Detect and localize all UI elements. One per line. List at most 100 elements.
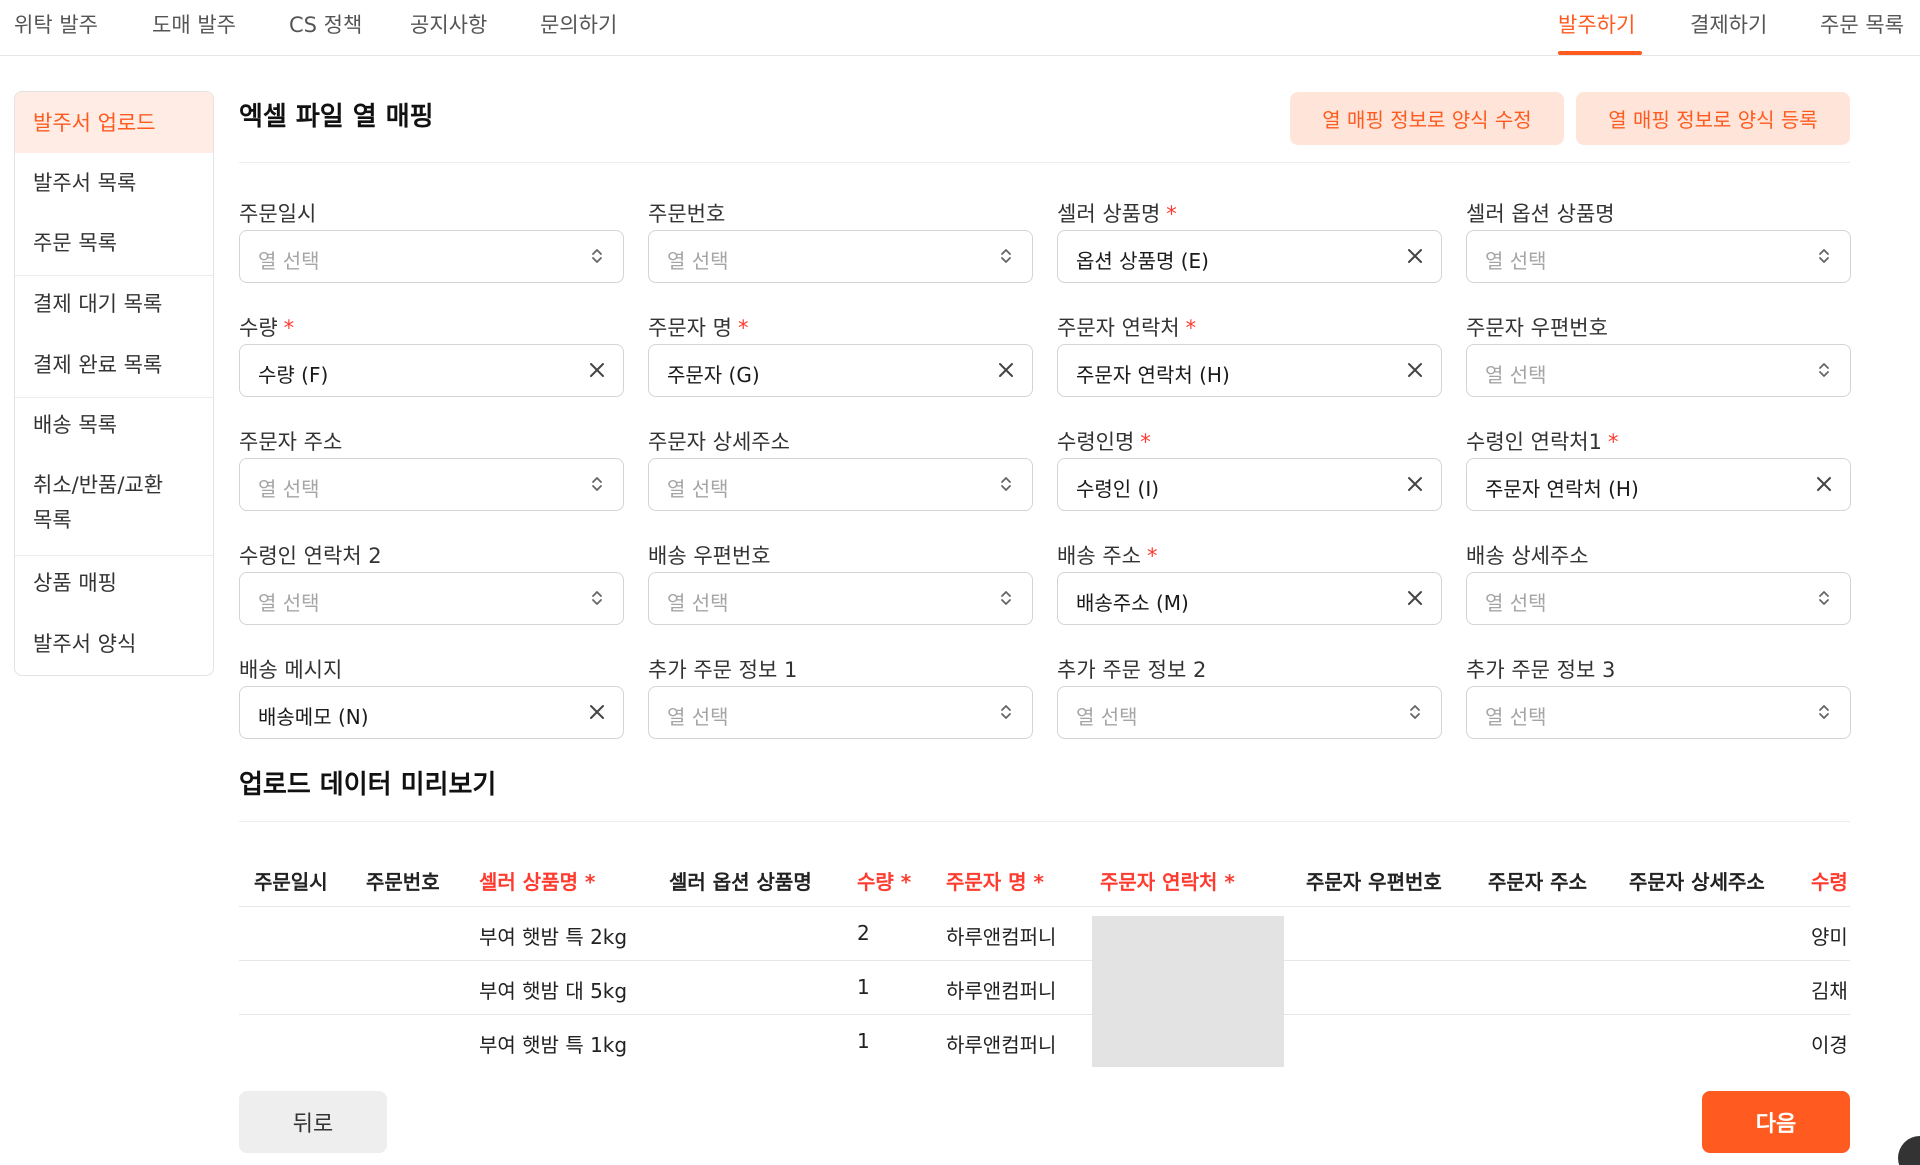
column-select[interactable]: 열 선택	[1057, 686, 1442, 739]
cell-product: 부여 햇밤 특 1kg	[479, 1033, 628, 1057]
column-select[interactable]: 주문자 (G)	[648, 344, 1033, 397]
column-select[interactable]: 열 선택	[239, 572, 624, 625]
column-select[interactable]: 주문자 연락처 (H)	[1466, 458, 1851, 511]
cell-orderer: 하루앤컴퍼니	[946, 925, 1057, 949]
field-label: 추가 주문 정보 2	[1057, 654, 1206, 684]
clear-icon[interactable]	[1812, 472, 1836, 496]
clear-icon[interactable]	[994, 358, 1018, 382]
field-label: 주문번호	[648, 198, 725, 228]
sidebar-item-payment-pending[interactable]: 결제 대기 목록	[15, 289, 213, 319]
cell-recipient: 이경	[1811, 1033, 1848, 1057]
column-select[interactable]: 배송메모 (N)	[239, 686, 624, 739]
column-select[interactable]: 열 선택	[239, 458, 624, 511]
column-select[interactable]: 열 선택	[648, 572, 1033, 625]
selected-value: 배송메모 (N)	[258, 705, 369, 729]
cell-quantity: 2	[857, 921, 870, 945]
field-label-text: 주문자 주소	[239, 430, 343, 454]
placeholder-text: 열 선택	[1076, 705, 1138, 729]
back-button[interactable]: 뒤로	[239, 1091, 387, 1153]
required-mark: *	[1140, 430, 1151, 454]
clear-icon[interactable]	[1403, 358, 1427, 382]
column-select[interactable]: 배송주소 (M)	[1057, 572, 1442, 625]
column-select[interactable]: 수량 (F)	[239, 344, 624, 397]
chevron-up-down-icon	[994, 472, 1018, 496]
cell-recipient: 김채	[1811, 979, 1848, 1003]
selected-value: 수량 (F)	[258, 363, 329, 387]
field-label-text: 셀러 옵션 상품명	[1466, 202, 1615, 226]
chevron-up-down-icon	[994, 586, 1018, 610]
edit-form-button[interactable]: 열 매핑 정보로 양식 수정	[1290, 92, 1564, 145]
column-select[interactable]: 열 선택	[648, 686, 1033, 739]
sidebar-item-product-mapping[interactable]: 상품 매핑	[15, 568, 213, 598]
field-label-text: 추가 주문 정보 3	[1466, 658, 1616, 682]
column-select[interactable]: 옵션 상품명 (E)	[1057, 230, 1442, 283]
field-label: 배송 상세주소	[1466, 540, 1589, 570]
chevron-up-down-icon	[1812, 586, 1836, 610]
column-header-recipient: 수령	[1811, 870, 1848, 894]
clear-icon[interactable]	[1403, 472, 1427, 496]
sidebar-item-cancel-return-exchange[interactable]: 취소/반품/교환	[15, 470, 213, 500]
cell-quantity: 1	[857, 1029, 870, 1053]
nav-order-list[interactable]: 주문 목록	[1820, 9, 1904, 39]
sidebar-item-payment-complete[interactable]: 결제 완료 목록	[15, 350, 213, 380]
nav-notice[interactable]: 공지사항	[410, 9, 487, 39]
table-divider	[239, 906, 1850, 907]
sidebar-item-cancel-return-exchange-line2[interactable]: 목록	[15, 505, 213, 535]
field-label-text: 배송 우편번호	[648, 544, 771, 568]
selected-value: 배송주소 (M)	[1076, 591, 1189, 615]
column-header-orderer-address: 주문자 주소	[1488, 870, 1587, 894]
sidebar-item-order-form[interactable]: 발주서 양식	[15, 629, 213, 659]
field-label-text: 배송 주소	[1057, 544, 1141, 568]
column-select[interactable]: 열 선택	[1466, 230, 1851, 283]
field-label: 주문자 우편번호	[1466, 312, 1608, 342]
nav-consignment-order[interactable]: 위탁 발주	[14, 9, 98, 39]
field-label: 추가 주문 정보 3	[1466, 654, 1615, 684]
cell-product: 부여 햇밤 특 2kg	[479, 925, 628, 949]
floating-widget[interactable]	[1898, 1136, 1920, 1165]
column-select[interactable]: 열 선택	[1466, 344, 1851, 397]
nav-inquiry[interactable]: 문의하기	[540, 9, 617, 39]
placeholder-text: 열 선택	[1485, 249, 1547, 273]
field-label: 주문자 명 *	[648, 312, 748, 342]
clear-icon[interactable]	[585, 358, 609, 382]
clear-icon[interactable]	[1403, 244, 1427, 268]
sidebar-item-shipping-list[interactable]: 배송 목록	[15, 410, 213, 440]
selected-value: 주문자 연락처 (H)	[1485, 477, 1639, 501]
nav-payment[interactable]: 결제하기	[1690, 9, 1767, 39]
clear-icon[interactable]	[585, 700, 609, 724]
sidebar: 발주서 업로드 발주서 목록 주문 목록 결제 대기 목록 결제 완료 목록 배…	[14, 91, 214, 676]
column-select[interactable]: 주문자 연락처 (H)	[1057, 344, 1442, 397]
field-label-text: 추가 주문 정보 2	[1057, 658, 1207, 682]
selected-value: 주문자 (G)	[667, 363, 760, 387]
active-tab-indicator	[1558, 51, 1642, 55]
column-select[interactable]: 열 선택	[648, 230, 1033, 283]
chevron-up-down-icon	[994, 244, 1018, 268]
table-divider	[239, 960, 1850, 961]
nav-cs-policy[interactable]: CS 정책	[289, 9, 362, 39]
field-label: 주문자 연락처 *	[1057, 312, 1196, 342]
nav-place-order[interactable]: 발주하기	[1558, 9, 1635, 39]
nav-wholesale-order[interactable]: 도매 발주	[152, 9, 236, 39]
sidebar-divider	[15, 555, 213, 556]
register-form-button[interactable]: 열 매핑 정보로 양식 등록	[1576, 92, 1850, 145]
column-select[interactable]: 열 선택	[239, 230, 624, 283]
column-header-orderer-zip: 주문자 우편번호	[1306, 870, 1442, 894]
field-label: 주문자 주소	[239, 426, 342, 456]
field-label-text: 주문자 상세주소	[648, 430, 790, 454]
sidebar-item-order-list[interactable]: 주문 목록	[15, 228, 213, 258]
field-label: 배송 우편번호	[648, 540, 771, 570]
column-header-order-number: 주문번호	[366, 870, 440, 894]
column-select[interactable]: 열 선택	[648, 458, 1033, 511]
clear-icon[interactable]	[1403, 586, 1427, 610]
column-select[interactable]: 수령인 (I)	[1057, 458, 1442, 511]
sidebar-item-order-upload[interactable]: 발주서 업로드	[15, 92, 213, 153]
field-label-text: 주문자 우편번호	[1466, 316, 1608, 340]
field-label: 배송 메시지	[239, 654, 342, 684]
column-select[interactable]: 열 선택	[1466, 572, 1851, 625]
column-select[interactable]: 열 선택	[1466, 686, 1851, 739]
sidebar-item-order-sheet-list[interactable]: 발주서 목록	[15, 168, 213, 198]
field-label: 수령인 연락처 2	[239, 540, 382, 570]
field-label-text: 배송 상세주소	[1466, 544, 1589, 568]
mapping-title: 엑셀 파일 열 매핑	[239, 102, 434, 132]
next-button[interactable]: 다음	[1702, 1091, 1850, 1153]
